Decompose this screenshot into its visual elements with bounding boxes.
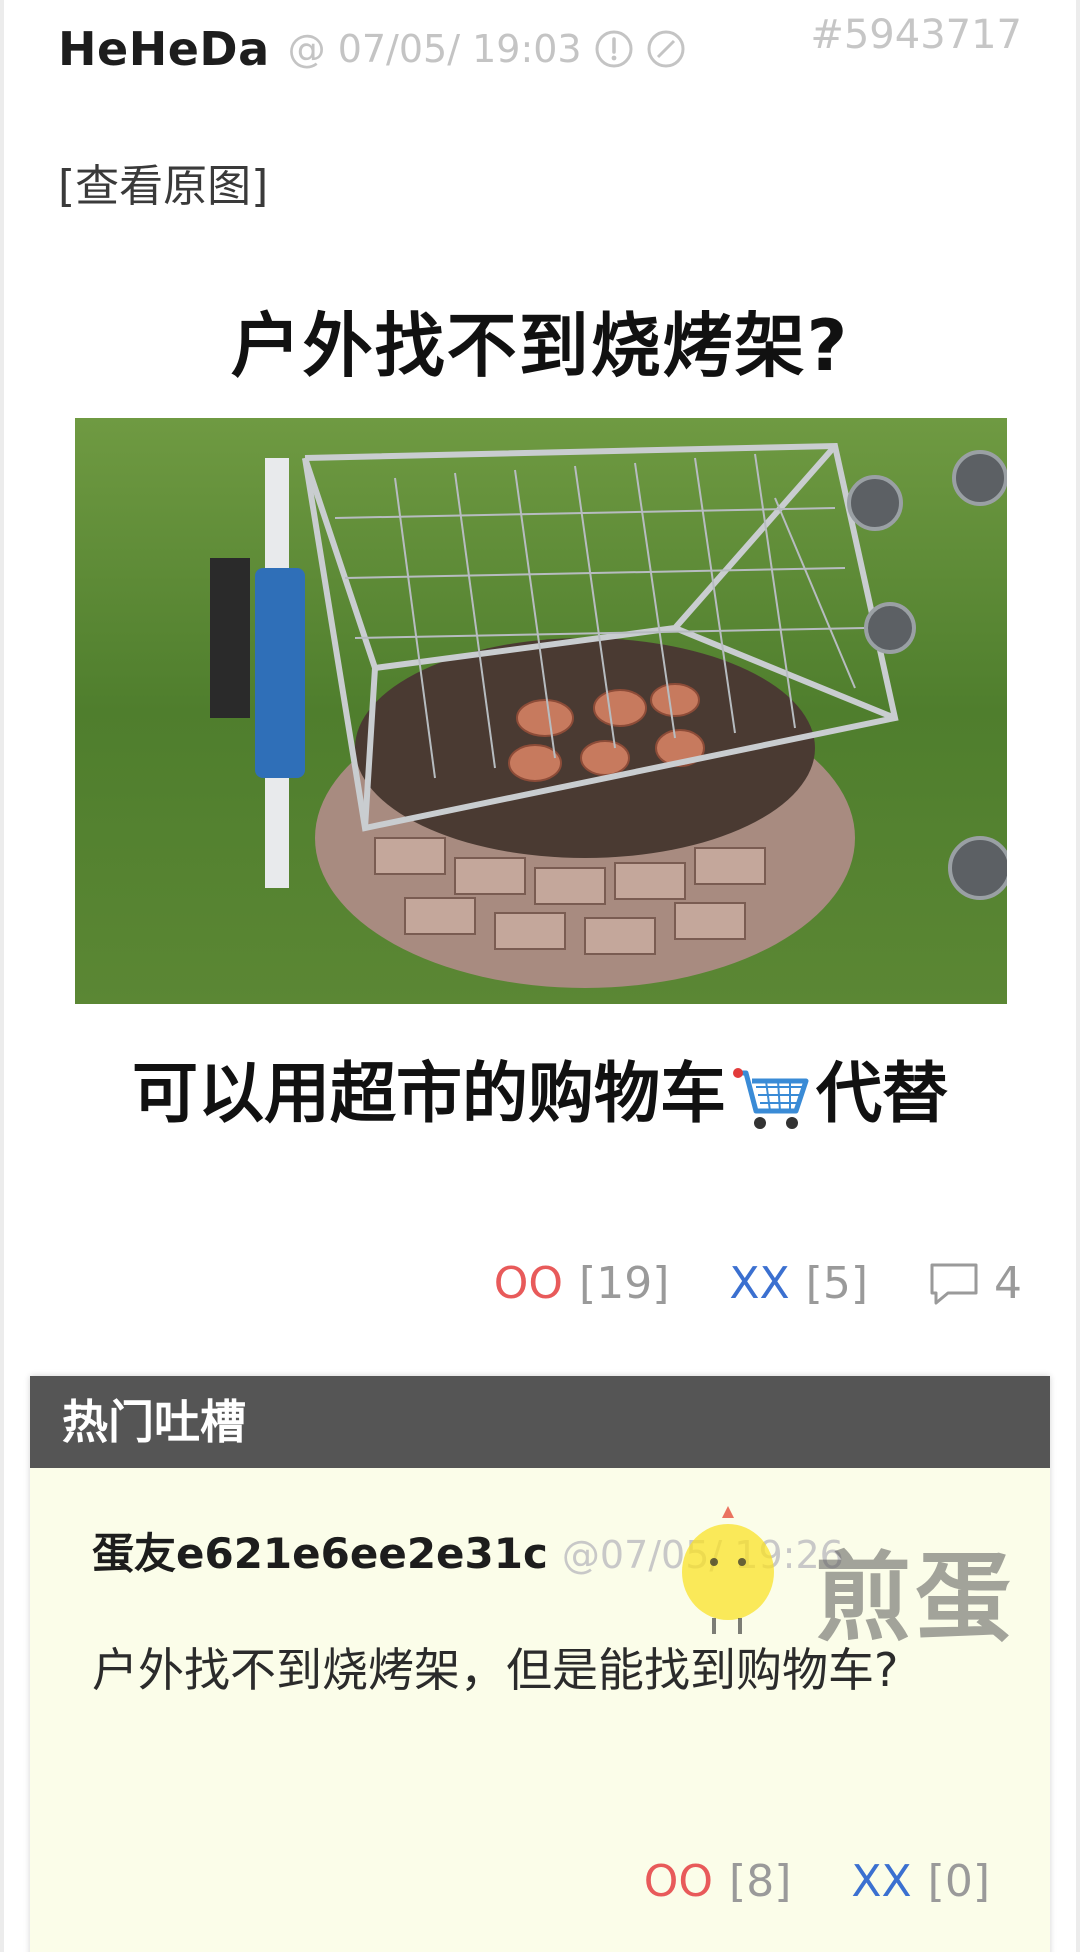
- right-edge: [1076, 0, 1080, 1952]
- comment-oo-vote-count: [8]: [729, 1856, 792, 1907]
- xx-vote-button[interactable]: XX: [729, 1258, 789, 1309]
- post-header: HeHeDa @ 07/05/ 19:03: [58, 14, 686, 84]
- comment-xx-vote-count: [0]: [927, 1856, 990, 1907]
- post-id[interactable]: #5943717: [810, 12, 1022, 58]
- post-vote-bar: OO [19] XX [5] 4: [494, 1258, 1022, 1309]
- post-time: @ 07/05/ 19:03: [287, 27, 582, 71]
- comment-author[interactable]: 蛋友e621e6ee2e31c: [92, 1520, 548, 1581]
- post-image[interactable]: 户外找不到烧烤架? 可以用超市的购物车 代替: [60, 260, 1020, 1180]
- block-icon[interactable]: [646, 29, 686, 69]
- hot-comments-title: 热门吐槽: [30, 1376, 1050, 1468]
- xx-vote-count: [5]: [805, 1258, 868, 1309]
- comment-vote-bar: OO [8] XX [0]: [644, 1856, 990, 1907]
- page: HeHeDa @ 07/05/ 19:03 #5943717 [查看原图] 户外…: [0, 0, 1080, 1952]
- meme-photo: [75, 418, 1007, 1004]
- comment-icon[interactable]: [928, 1261, 980, 1307]
- comment-count[interactable]: 4: [994, 1258, 1022, 1309]
- oo-vote-button[interactable]: OO: [494, 1258, 563, 1309]
- comment-oo-vote-button[interactable]: OO: [644, 1856, 713, 1907]
- post-author[interactable]: HeHeDa: [58, 22, 270, 76]
- meme-bottom-text-suffix: 代替: [816, 1055, 948, 1132]
- report-icon[interactable]: [594, 29, 634, 69]
- comment-item: 蛋友e621e6ee2e31c @07/05/ 19:26 户外找不到烧烤架，但…: [30, 1468, 1050, 1709]
- hot-comments-panel: 热门吐槽 蛋友e621e6ee2e31c @07/05/ 19:26 户外找不到…: [30, 1376, 1050, 1952]
- left-edge: [0, 0, 4, 1952]
- comment-body: 户外找不到烧烤架，但是能找到购物车?: [92, 1643, 899, 1697]
- oo-vote-count: [19]: [579, 1258, 670, 1309]
- meme-top-text: 户外找不到烧烤架?: [230, 305, 850, 387]
- comment-xx-vote-button[interactable]: XX: [851, 1856, 911, 1907]
- comment-header: 蛋友e621e6ee2e31c @07/05/ 19:26: [92, 1520, 988, 1581]
- meme-bottom-text: 可以用超市的购物车 代替: [60, 1040, 1020, 1136]
- meme-bottom-text-main: 可以用超市的购物车: [132, 1055, 726, 1132]
- view-original-link[interactable]: [查看原图]: [58, 150, 268, 214]
- shopping-cart-icon: [730, 1063, 812, 1133]
- comment-time: @07/05/ 19:26: [561, 1533, 844, 1577]
